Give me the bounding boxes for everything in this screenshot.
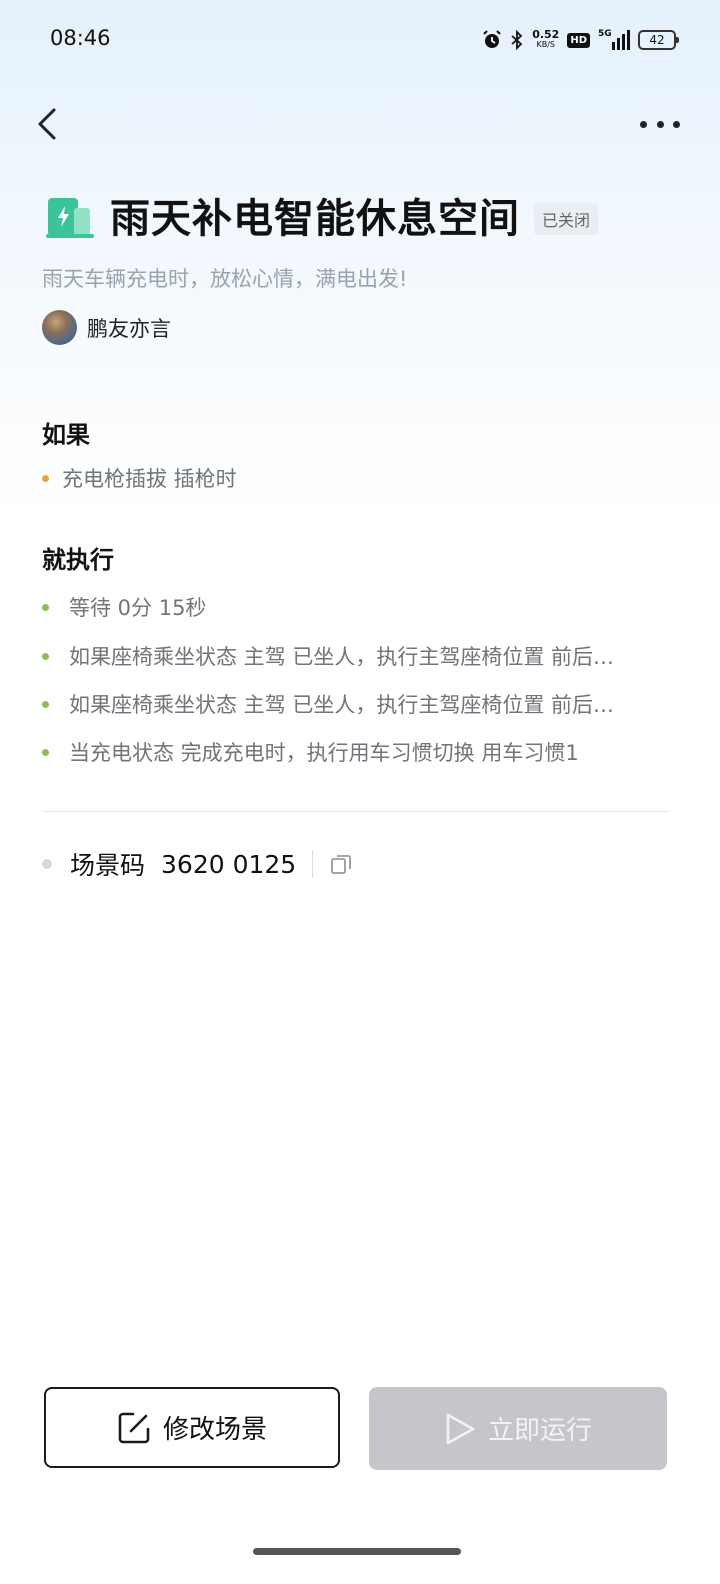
- status-time: 08:46: [50, 26, 111, 50]
- scene-code-value: 3620 0125: [161, 849, 297, 879]
- net-speed: 0.52 KB/S: [532, 28, 560, 50]
- action-item: 当充电状态 完成充电时，执行用车习惯切换 用车习惯1: [42, 737, 579, 767]
- edit-icon: [118, 1412, 150, 1443]
- scene-title: 雨天补电智能休息空间: [110, 196, 520, 242]
- scene-subtitle: 雨天车辆充电时，放松心情，满电出发!: [42, 267, 408, 291]
- bullet-dot: [42, 603, 49, 611]
- code-separator: [312, 850, 314, 878]
- status-badge: 已关闭: [534, 203, 599, 235]
- divider: [42, 811, 670, 812]
- bullet-dot: [42, 859, 52, 869]
- edit-scene-label: 修改场景: [162, 1415, 267, 1445]
- condition-title: 如果: [42, 421, 90, 449]
- edit-scene-button[interactable]: 修改场景: [44, 1387, 340, 1468]
- scene-code-row: 场景码 3620 0125: [42, 846, 353, 882]
- condition-item: 充电枪插拔 插枪时: [42, 463, 237, 493]
- run-now-button[interactable]: 立即运行: [369, 1387, 667, 1470]
- bluetooth-icon: [511, 30, 523, 50]
- net-speed-value: 0.52: [532, 28, 560, 41]
- bullet-dot: [42, 474, 49, 482]
- status-icons: 0.52 KB/S HD 5G 42: [482, 26, 679, 54]
- battery-level: 42: [649, 33, 665, 47]
- action-item-text: 等待 0分 15秒: [69, 596, 207, 620]
- action-item: 如果座椅乘坐状态 主驾 已坐人，执行主驾座椅位置 前后…: [42, 689, 614, 719]
- action-item-text: 当充电状态 完成充电时，执行用车习惯切换 用车习惯1: [69, 741, 579, 765]
- charging-station-icon: [46, 198, 94, 238]
- actions-title: 就执行: [42, 546, 114, 574]
- scene-code-label: 场景码: [70, 851, 146, 880]
- bullet-dot: [42, 748, 49, 756]
- hd-badge: HD: [567, 32, 590, 48]
- author-name: 鹏友亦言: [87, 316, 171, 341]
- condition-item-text: 充电枪插拔 插枪时: [62, 467, 237, 491]
- chevron-left-icon[interactable]: [30, 104, 70, 144]
- action-item-text: 如果座椅乘坐状态 主驾 已坐人，执行主驾座椅位置 前后…: [69, 693, 615, 717]
- network-type: 5G: [598, 29, 612, 39]
- signal-icon: 5G: [598, 29, 630, 50]
- action-item: 等待 0分 15秒: [42, 592, 206, 622]
- more-dots-icon[interactable]: [640, 112, 680, 136]
- avatar[interactable]: [42, 310, 77, 345]
- play-icon: [446, 1413, 475, 1444]
- action-item-text: 如果座椅乘坐状态 主驾 已坐人，执行主驾座椅位置 前后…: [69, 645, 615, 669]
- bullet-dot: [42, 652, 49, 660]
- run-now-label: 立即运行: [487, 1416, 592, 1446]
- author[interactable]: 鹏友亦言: [42, 310, 171, 345]
- home-indicator[interactable]: [253, 1548, 461, 1555]
- copy-icon[interactable]: [329, 852, 353, 876]
- bullet-dot: [42, 700, 49, 708]
- alarm-icon: [483, 30, 501, 48]
- net-speed-unit: KB/S: [536, 40, 556, 49]
- battery-icon: 42: [638, 30, 679, 50]
- action-item: 如果座椅乘坐状态 主驾 已坐人，执行主驾座椅位置 前后…: [42, 641, 614, 671]
